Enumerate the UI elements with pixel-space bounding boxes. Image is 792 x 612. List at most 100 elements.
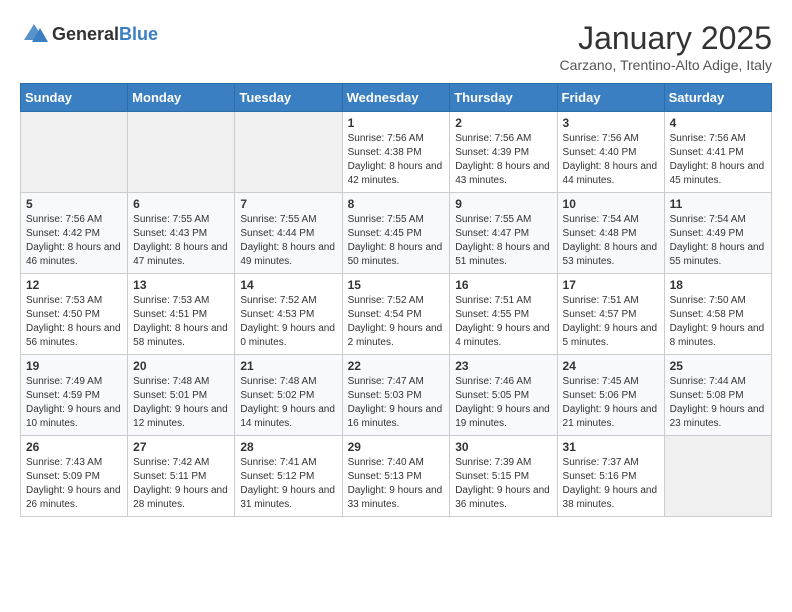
day-number: 19: [26, 359, 122, 373]
day-info: Sunrise: 7:56 AM Sunset: 4:41 PM Dayligh…: [670, 132, 766, 188]
day-number: 12: [26, 278, 122, 292]
day-info: Sunrise: 7:42 AM Sunset: 5:11 PM Dayligh…: [133, 456, 229, 512]
logo-text: GeneralBlue: [52, 24, 158, 45]
page-header: GeneralBlue January 2025 Carzano, Trenti…: [20, 20, 772, 73]
day-info: Sunrise: 7:55 AM Sunset: 4:43 PM Dayligh…: [133, 213, 229, 269]
day-number: 3: [563, 116, 659, 130]
day-number: 9: [455, 197, 551, 211]
col-tuesday: Tuesday: [235, 84, 342, 112]
table-row: [21, 112, 128, 193]
day-info: Sunrise: 7:53 AM Sunset: 4:51 PM Dayligh…: [133, 294, 229, 350]
day-number: 18: [670, 278, 766, 292]
col-friday: Friday: [557, 84, 664, 112]
table-row: 21Sunrise: 7:48 AM Sunset: 5:02 PM Dayli…: [235, 355, 342, 436]
table-row: 8 Sunrise: 7:55 AM Sunset: 4:45 PM Daylig…: [342, 193, 450, 274]
day-number: 6: [133, 197, 229, 211]
day-info: Sunrise: 7:52 AM Sunset: 4:53 PM Dayligh…: [240, 294, 336, 350]
title-block: January 2025 Carzano, Trentino-Alto Adig…: [560, 20, 772, 73]
table-row: 30Sunrise: 7:39 AM Sunset: 5:15 PM Dayli…: [450, 436, 557, 517]
day-number: 10: [563, 197, 659, 211]
month-title: January 2025: [560, 20, 772, 57]
table-row: 11Sunrise: 7:54 AM Sunset: 4:49 PM Dayli…: [664, 193, 771, 274]
day-info: Sunrise: 7:51 AM Sunset: 4:55 PM Dayligh…: [455, 294, 551, 350]
calendar-week-row: 19 Sunrise: 7:49 AM Sunset: 4:59 PM Dayli…: [21, 355, 772, 436]
table-row: 9 Sunrise: 7:55 AM Sunset: 4:47 PM Daylig…: [450, 193, 557, 274]
table-row: 16Sunrise: 7:51 AM Sunset: 4:55 PM Dayli…: [450, 274, 557, 355]
col-wednesday: Wednesday: [342, 84, 450, 112]
table-row: 29Sunrise: 7:40 AM Sunset: 5:13 PM Dayli…: [342, 436, 450, 517]
table-row: 17Sunrise: 7:51 AM Sunset: 4:57 PM Dayli…: [557, 274, 664, 355]
table-row: 27 Sunrise: 7:42 AM Sunset: 5:11 PM Dayli…: [128, 436, 235, 517]
day-info: Sunrise: 7:55 AM Sunset: 4:44 PM Dayligh…: [240, 213, 336, 269]
table-row: [664, 436, 771, 517]
table-row: 23 Sunrise: 7:46 AM Sunset: 5:05 PM Dayli…: [450, 355, 557, 436]
day-info: Sunrise: 7:50 AM Sunset: 4:58 PM Dayligh…: [670, 294, 766, 350]
day-info: Sunrise: 7:44 AM Sunset: 5:08 PM Dayligh…: [670, 375, 766, 431]
table-row: 13 Sunrise: 7:53 AM Sunset: 4:51 PM Dayli…: [128, 274, 235, 355]
day-info: Sunrise: 7:40 AM Sunset: 5:13 PM Dayligh…: [348, 456, 445, 512]
day-number: 22: [348, 359, 445, 373]
col-saturday: Saturday: [664, 84, 771, 112]
table-row: 28Sunrise: 7:41 AM Sunset: 5:12 PM Dayli…: [235, 436, 342, 517]
day-info: Sunrise: 7:56 AM Sunset: 4:40 PM Dayligh…: [563, 132, 659, 188]
logo-general: General: [52, 24, 119, 44]
table-row: 6 Sunrise: 7:55 AM Sunset: 4:43 PM Daylig…: [128, 193, 235, 274]
calendar-week-row: 5 Sunrise: 7:56 AM Sunset: 4:42 PM Daylig…: [21, 193, 772, 274]
table-row: [128, 112, 235, 193]
day-number: 24: [563, 359, 659, 373]
day-info: Sunrise: 7:41 AM Sunset: 5:12 PM Dayligh…: [240, 456, 336, 512]
day-number: 15: [348, 278, 445, 292]
day-number: 2: [455, 116, 551, 130]
day-number: 11: [670, 197, 766, 211]
day-info: Sunrise: 7:56 AM Sunset: 4:39 PM Dayligh…: [455, 132, 551, 188]
day-info: Sunrise: 7:48 AM Sunset: 5:01 PM Dayligh…: [133, 375, 229, 431]
day-number: 13: [133, 278, 229, 292]
col-sunday: Sunday: [21, 84, 128, 112]
day-info: Sunrise: 7:45 AM Sunset: 5:06 PM Dayligh…: [563, 375, 659, 431]
day-info: Sunrise: 7:48 AM Sunset: 5:02 PM Dayligh…: [240, 375, 336, 431]
day-info: Sunrise: 7:43 AM Sunset: 5:09 PM Dayligh…: [26, 456, 122, 512]
logo-blue: Blue: [119, 24, 158, 44]
calendar-week-row: 1Sunrise: 7:56 AM Sunset: 4:38 PM Daylig…: [21, 112, 772, 193]
calendar-week-row: 12 Sunrise: 7:53 AM Sunset: 4:50 PM Dayli…: [21, 274, 772, 355]
logo-icon: [20, 20, 48, 48]
day-info: Sunrise: 7:49 AM Sunset: 4:59 PM Dayligh…: [26, 375, 122, 431]
table-row: 5 Sunrise: 7:56 AM Sunset: 4:42 PM Daylig…: [21, 193, 128, 274]
day-number: 23: [455, 359, 551, 373]
table-row: [235, 112, 342, 193]
table-row: 2 Sunrise: 7:56 AM Sunset: 4:39 PM Daylig…: [450, 112, 557, 193]
day-number: 8: [348, 197, 445, 211]
day-info: Sunrise: 7:39 AM Sunset: 5:15 PM Dayligh…: [455, 456, 551, 512]
table-row: 4 Sunrise: 7:56 AM Sunset: 4:41 PM Daylig…: [664, 112, 771, 193]
day-info: Sunrise: 7:47 AM Sunset: 5:03 PM Dayligh…: [348, 375, 445, 431]
day-info: Sunrise: 7:55 AM Sunset: 4:47 PM Dayligh…: [455, 213, 551, 269]
day-number: 7: [240, 197, 336, 211]
col-monday: Monday: [128, 84, 235, 112]
day-info: Sunrise: 7:56 AM Sunset: 4:38 PM Dayligh…: [348, 132, 445, 188]
table-row: 31Sunrise: 7:37 AM Sunset: 5:16 PM Dayli…: [557, 436, 664, 517]
table-row: 22 Sunrise: 7:47 AM Sunset: 5:03 PM Dayli…: [342, 355, 450, 436]
table-row: 18 Sunrise: 7:50 AM Sunset: 4:58 PM Dayli…: [664, 274, 771, 355]
day-number: 27: [133, 440, 229, 454]
calendar-header-row: Sunday Monday Tuesday Wednesday Thursday…: [21, 84, 772, 112]
table-row: 26Sunrise: 7:43 AM Sunset: 5:09 PM Dayli…: [21, 436, 128, 517]
day-info: Sunrise: 7:56 AM Sunset: 4:42 PM Dayligh…: [26, 213, 122, 269]
col-thursday: Thursday: [450, 84, 557, 112]
day-info: Sunrise: 7:55 AM Sunset: 4:45 PM Dayligh…: [348, 213, 445, 269]
calendar-table: Sunday Monday Tuesday Wednesday Thursday…: [20, 83, 772, 517]
day-number: 25: [670, 359, 766, 373]
table-row: 12 Sunrise: 7:53 AM Sunset: 4:50 PM Dayli…: [21, 274, 128, 355]
day-info: Sunrise: 7:53 AM Sunset: 4:50 PM Dayligh…: [26, 294, 122, 350]
logo: GeneralBlue: [20, 20, 158, 48]
day-info: Sunrise: 7:51 AM Sunset: 4:57 PM Dayligh…: [563, 294, 659, 350]
day-info: Sunrise: 7:46 AM Sunset: 5:05 PM Dayligh…: [455, 375, 551, 431]
table-row: 3 Sunrise: 7:56 AM Sunset: 4:40 PM Daylig…: [557, 112, 664, 193]
day-info: Sunrise: 7:37 AM Sunset: 5:16 PM Dayligh…: [563, 456, 659, 512]
day-number: 5: [26, 197, 122, 211]
table-row: 10 Sunrise: 7:54 AM Sunset: 4:48 PM Dayli…: [557, 193, 664, 274]
table-row: 14Sunrise: 7:52 AM Sunset: 4:53 PM Dayli…: [235, 274, 342, 355]
day-info: Sunrise: 7:54 AM Sunset: 4:48 PM Dayligh…: [563, 213, 659, 269]
day-info: Sunrise: 7:52 AM Sunset: 4:54 PM Dayligh…: [348, 294, 445, 350]
table-row: 19 Sunrise: 7:49 AM Sunset: 4:59 PM Dayli…: [21, 355, 128, 436]
day-number: 4: [670, 116, 766, 130]
